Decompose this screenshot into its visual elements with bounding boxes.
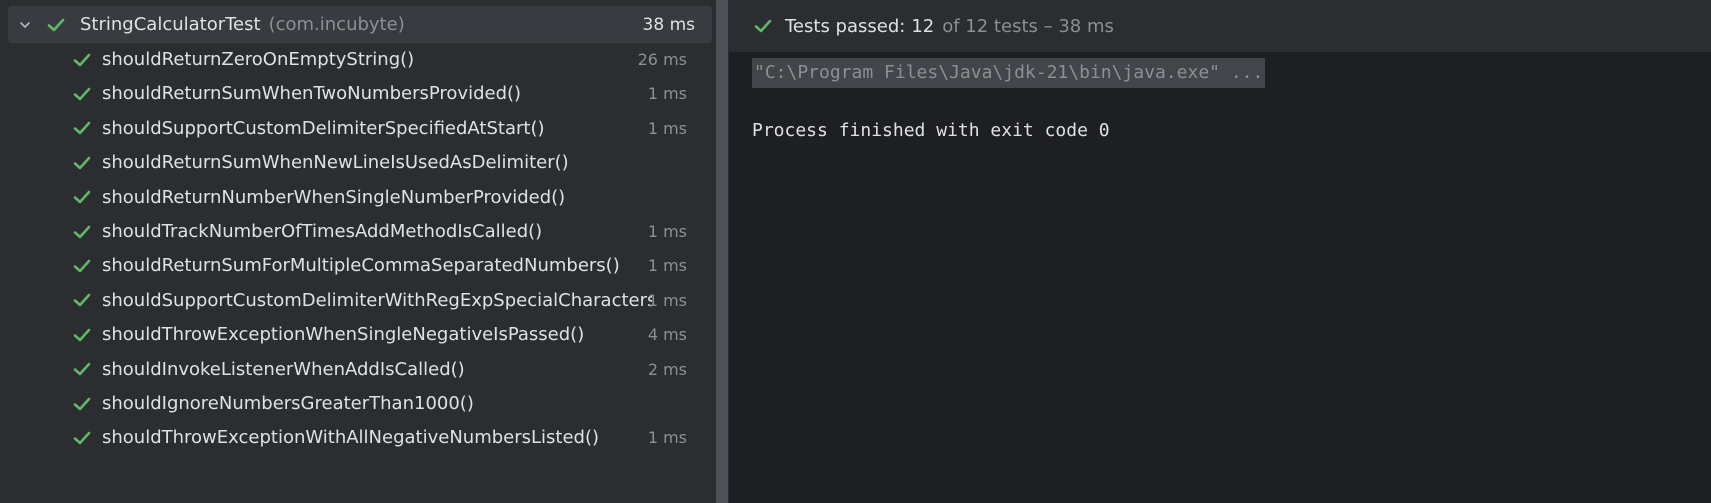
test-row[interactable]: shouldThrowExceptionWithAllNegativeNumbe… xyxy=(0,419,715,456)
command-line-folded[interactable]: "C:\Program Files\Java\jdk-21\bin\java.e… xyxy=(752,58,1266,88)
test-name: shouldThrowExceptionWithAllNegativeNumbe… xyxy=(102,427,600,449)
test-name: shouldReturnNumberWhenSingleNumberProvid… xyxy=(102,186,566,208)
exit-message: Process finished with exit code 0 xyxy=(752,120,1110,141)
console-panel: Tests passed: 12 of 12 tests – 38 ms "C:… xyxy=(729,0,1711,503)
tests-passed-count: 12 xyxy=(911,15,935,37)
root-test-class-name: StringCalculatorTest xyxy=(80,14,261,35)
test-status-bar: Tests passed: 12 of 12 tests – 38 ms xyxy=(729,0,1711,52)
chevron-down-icon[interactable] xyxy=(12,18,38,32)
check-icon xyxy=(70,357,94,381)
check-icon xyxy=(70,426,94,450)
test-name: shouldIgnoreNumbersGreaterThan1000() xyxy=(102,393,474,414)
test-row[interactable]: shouldInvokeListenerWhenAddIsCalled() 2 m… xyxy=(0,351,715,388)
test-name: shouldReturnSumWhenTwoNumbersProvided() xyxy=(102,83,522,105)
test-name: shouldThrowExceptionWhenSingleNegativeIs… xyxy=(102,324,585,346)
test-row[interactable]: shouldReturnZeroOnEmptyString() 26 ms xyxy=(0,41,715,78)
tests-summary: of 12 tests – 38 ms xyxy=(942,15,1114,37)
check-icon xyxy=(70,392,94,416)
check-icon xyxy=(751,14,775,38)
test-name: shouldReturnSumForMultipleCommaSeparated… xyxy=(102,255,620,277)
test-name: shouldReturnSumWhenNewLineIsUsedAsDelimi… xyxy=(102,152,569,174)
test-duration: 1 ms xyxy=(647,222,687,241)
test-duration: 26 ms xyxy=(637,50,687,69)
test-row[interactable]: shouldIgnoreNumbersGreaterThan1000() xyxy=(0,385,715,422)
test-row[interactable]: shouldReturnSumWhenTwoNumbersProvided() 1… xyxy=(0,75,715,112)
tree-root-row[interactable]: StringCalculatorTest (com.incubyte) 38 m… xyxy=(8,6,712,43)
test-row[interactable]: shouldSupportCustomDelimiterWithRegExpSp… xyxy=(0,282,715,319)
test-row[interactable]: shouldReturnNumberWhenSingleNumberProvid… xyxy=(0,179,715,216)
check-icon xyxy=(70,220,94,244)
test-row[interactable]: shouldReturnSumForMultipleCommaSeparated… xyxy=(0,247,715,284)
test-row[interactable]: shouldTrackNumberOfTimesAddMethodIsCalle… xyxy=(0,213,715,250)
splitter-handle[interactable] xyxy=(716,0,728,503)
test-row[interactable]: shouldReturnSumWhenNewLineIsUsedAsDelimi… xyxy=(0,144,715,181)
test-runner-window: StringCalculatorTest (com.incubyte) 38 m… xyxy=(0,0,1711,503)
test-name: shouldInvokeListenerWhenAddIsCalled() xyxy=(102,358,465,380)
check-icon xyxy=(44,13,68,37)
test-duration: 1 ms xyxy=(647,84,687,104)
test-duration: 1 ms xyxy=(647,118,687,138)
check-icon xyxy=(70,82,94,106)
test-row[interactable]: shouldSupportCustomDelimiterSpecifiedAtS… xyxy=(0,110,715,147)
test-duration: 4 ms xyxy=(647,325,687,345)
panel-splitter[interactable] xyxy=(715,0,729,503)
test-tree[interactable]: StringCalculatorTest (com.incubyte) 38 m… xyxy=(0,0,715,503)
check-icon xyxy=(70,288,94,312)
check-icon xyxy=(70,151,94,175)
test-name: shouldSupportCustomDelimiterSpecifiedAtS… xyxy=(102,117,545,139)
check-icon xyxy=(70,323,94,347)
test-name: shouldReturnZeroOnEmptyString() xyxy=(102,49,415,70)
test-name: shouldTrackNumberOfTimesAddMethodIsCalle… xyxy=(102,221,543,242)
test-duration: 1 ms xyxy=(647,290,687,310)
check-icon xyxy=(70,185,94,209)
root-duration: 38 ms xyxy=(642,14,695,35)
check-icon xyxy=(70,116,94,140)
check-icon xyxy=(70,254,94,278)
tests-passed-label: Tests passed: xyxy=(785,15,906,37)
test-name: shouldSupportCustomDelimiterWithRegExpSp… xyxy=(102,289,652,311)
console-output[interactable]: "C:\Program Files\Java\jdk-21\bin\java.e… xyxy=(729,52,1711,141)
root-package-name: (com.incubyte) xyxy=(268,14,405,35)
test-duration: 1 ms xyxy=(647,428,687,448)
test-duration: 2 ms xyxy=(647,359,687,379)
test-duration: 1 ms xyxy=(647,256,687,276)
check-icon xyxy=(70,48,94,72)
test-row[interactable]: shouldThrowExceptionWhenSingleNegativeIs… xyxy=(0,316,715,353)
